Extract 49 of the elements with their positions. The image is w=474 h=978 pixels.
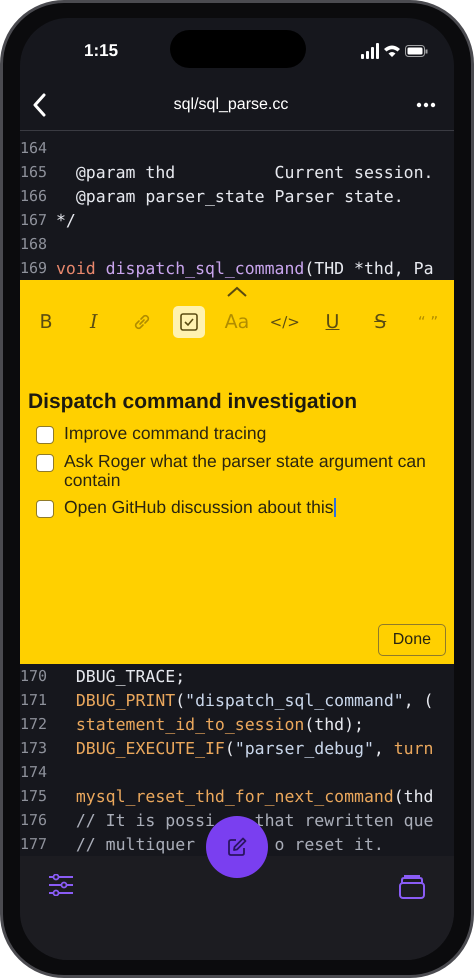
code-line: statement_id_to_session(thd); xyxy=(76,714,364,734)
line-number: 174 xyxy=(20,763,48,781)
checklist-item: Open GitHub discussion about this xyxy=(64,498,336,517)
italic-button[interactable]: I xyxy=(78,306,110,338)
sliders-icon[interactable] xyxy=(48,874,74,896)
line-number: 168 xyxy=(20,235,48,253)
line-number: 170 xyxy=(20,667,48,685)
checkbox[interactable] xyxy=(36,454,54,472)
pencil-icon xyxy=(226,836,248,858)
collapse-icon[interactable] xyxy=(226,286,248,298)
done-button[interactable]: Done xyxy=(378,624,446,656)
code-line: // It is possi that rewritten que xyxy=(76,810,434,830)
line-number: 167 xyxy=(20,211,48,229)
line-number: 172 xyxy=(20,715,48,733)
status-time: 1:15 xyxy=(84,40,118,60)
checklist-item: Ask Roger what the parser state argument can contain xyxy=(64,452,427,490)
bold-button[interactable]: B xyxy=(30,306,62,338)
line-number: 173 xyxy=(20,739,48,757)
code-line: o reset it. xyxy=(274,834,384,854)
file-title: sql/sql_parse.cc xyxy=(174,96,288,114)
wifi-icon xyxy=(384,44,400,57)
code-button[interactable]: </> xyxy=(268,306,301,338)
checkbox[interactable] xyxy=(36,426,54,444)
stack-icon[interactable] xyxy=(398,874,426,900)
code-line: @param thd Current session. xyxy=(76,162,434,182)
signal-icon xyxy=(361,42,379,58)
code-line: */ xyxy=(56,210,76,230)
underline-button[interactable]: U xyxy=(316,306,348,338)
note-title: Dispatch command investigation xyxy=(28,390,358,414)
line-number: 175 xyxy=(20,787,48,805)
code-line: void dispatch_sql_command(THD *thd, Pa xyxy=(56,258,434,278)
code-line: DBUG_PRINT("dispatch_sql_command", ( xyxy=(76,690,434,710)
battery-icon xyxy=(405,44,428,56)
line-number: 166 xyxy=(20,187,48,205)
checklist-icon[interactable] xyxy=(173,306,206,338)
checklist-item: Improve command tracing xyxy=(64,424,266,443)
code-line: mysql_reset_thd_for_next_command(thd xyxy=(76,786,434,806)
line-number: 165 xyxy=(20,163,48,181)
line-number: 171 xyxy=(20,691,48,709)
code-line: @param parser_state Parser state. xyxy=(76,186,404,206)
line-number: 176 xyxy=(20,811,48,829)
code-line: DBUG_EXECUTE_IF("parser_debug", turn xyxy=(76,738,434,758)
line-number: 164 xyxy=(20,139,48,157)
code-line: DBUG_TRACE; xyxy=(76,666,186,686)
line-number: 169 xyxy=(20,259,48,277)
checkbox[interactable] xyxy=(36,500,54,518)
line-number: 177 xyxy=(20,835,48,853)
code-line: // multiquer xyxy=(76,834,196,854)
strike-button[interactable]: S xyxy=(364,306,396,338)
